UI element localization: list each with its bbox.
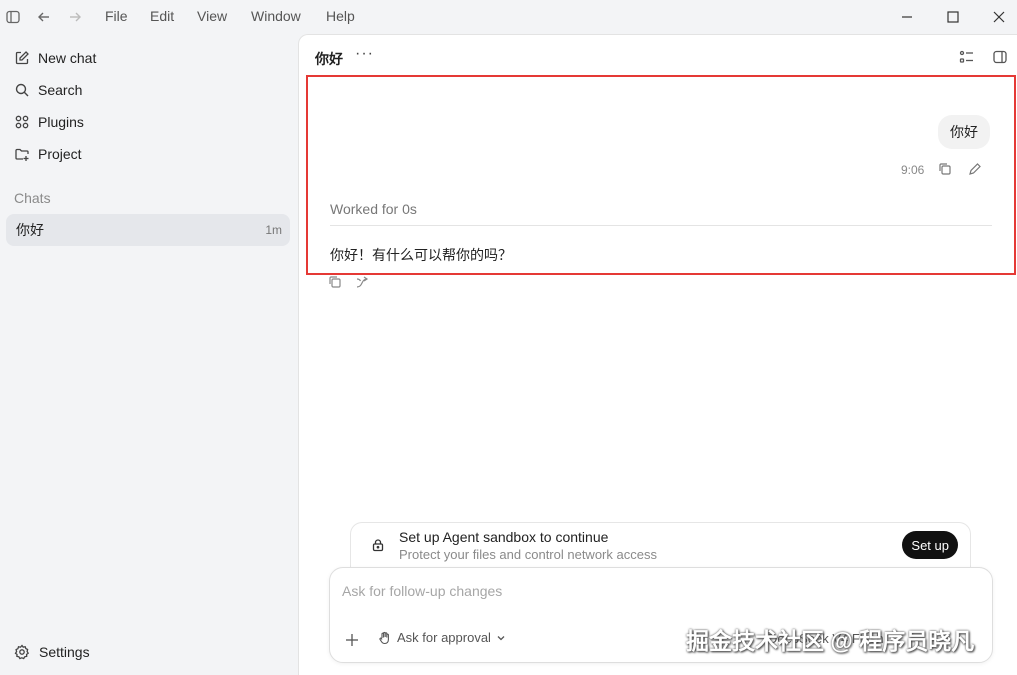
sidebar-item-new-chat[interactable]: New chat <box>14 46 96 70</box>
sidebar-item-project[interactable]: Project <box>14 142 82 166</box>
title-bar: File Edit View Window Help <box>0 0 1017 34</box>
follow-up-input[interactable] <box>342 580 942 602</box>
grid-icon <box>15 115 29 129</box>
sidebar-item-plugins[interactable]: Plugins <box>14 110 84 134</box>
sidebar-item-search[interactable]: Search <box>14 78 82 102</box>
settings-button[interactable]: Settings <box>14 644 90 660</box>
list-icon[interactable] <box>959 49 975 65</box>
sidebar-item-label: Plugins <box>38 114 84 130</box>
copy-icon[interactable] <box>328 275 342 289</box>
search-icon <box>15 83 29 97</box>
chat-item[interactable]: 你好 1m <box>6 214 290 246</box>
maximize-icon[interactable] <box>942 6 964 28</box>
more-options-button[interactable]: ··· <box>355 45 374 63</box>
forward-arrow-icon[interactable] <box>67 9 83 25</box>
panel-toggle-icon[interactable] <box>992 49 1008 65</box>
sandbox-banner: Set up Agent sandbox to continue Protect… <box>350 522 971 568</box>
approval-label: Ask for approval <box>397 630 491 645</box>
folder-plus-icon <box>15 148 29 161</box>
sidebar-item-label: Search <box>38 82 83 98</box>
branch-icon[interactable] <box>355 275 369 289</box>
plus-icon[interactable] <box>344 632 360 648</box>
worked-status[interactable]: Worked for 0s <box>330 201 417 217</box>
banner-subtitle: Protect your files and control network a… <box>399 547 657 562</box>
approval-dropdown[interactable]: Ask for approval <box>378 630 507 645</box>
copy-icon[interactable] <box>938 162 952 176</box>
menu-help[interactable]: Help <box>326 8 355 24</box>
chevron-down-icon <box>497 635 505 640</box>
menu-file[interactable]: File <box>105 8 128 24</box>
sidebar: New chat Search Plugins Project Chats 你好… <box>0 34 298 675</box>
close-icon[interactable] <box>988 6 1010 28</box>
gear-icon <box>14 644 30 660</box>
menu-window[interactable]: Window <box>251 8 301 24</box>
assistant-message: 你好！有什么可以帮你的吗？ <box>330 247 512 263</box>
watermark: 掘金技术社区 @ 程序员晓凡 <box>686 628 975 654</box>
setup-button[interactable]: Set up <box>902 531 958 559</box>
menu-edit[interactable]: Edit <box>150 8 174 24</box>
settings-label: Settings <box>39 644 90 660</box>
pencil-icon[interactable] <box>968 162 982 176</box>
banner-title: Set up Agent sandbox to continue <box>399 529 609 545</box>
chat-item-time: 1m <box>265 223 282 237</box>
divider <box>330 225 992 226</box>
edit-icon <box>15 51 29 65</box>
message-timestamp: 9:06 <box>901 163 925 177</box>
page-title: 你好 <box>315 51 343 67</box>
lock-icon <box>372 539 384 552</box>
chat-item-title: 你好 <box>16 222 44 238</box>
sidebar-item-label: New chat <box>38 50 97 66</box>
sidebar-item-label: Project <box>38 146 82 162</box>
minimize-icon[interactable] <box>896 6 918 28</box>
sidebar-toggle-icon[interactable] <box>5 9 21 25</box>
user-message-bubble: 你好 <box>938 115 990 149</box>
menu-view[interactable]: View <box>197 8 227 24</box>
main-panel: 你好 ··· 你好 9:06 Worked for 0s 你好！有什么可以帮你的… <box>298 34 1017 675</box>
hand-icon <box>379 631 389 644</box>
chats-section-label: Chats <box>14 190 51 206</box>
back-arrow-icon[interactable] <box>36 9 52 25</box>
